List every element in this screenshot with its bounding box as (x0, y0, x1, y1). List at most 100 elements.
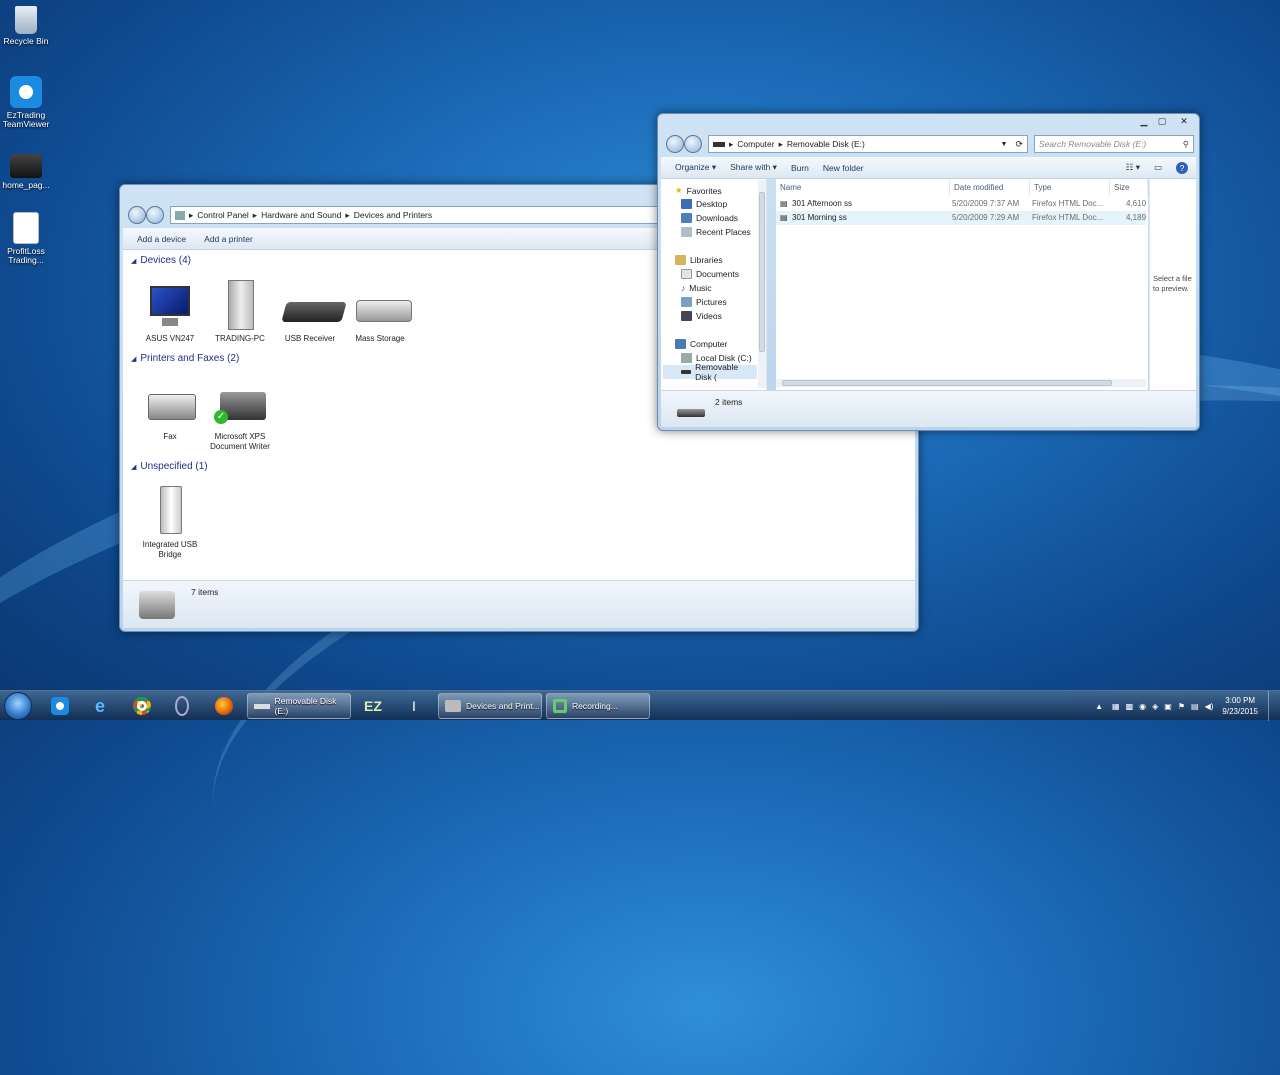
device-asus-vn247[interactable]: ASUS VN247 (135, 280, 205, 344)
share-with-button[interactable]: Share with ▾ (730, 162, 777, 173)
breadcrumb-control-panel[interactable]: Control Panel (197, 210, 249, 220)
network-icon[interactable]: ▤ (1188, 702, 1202, 711)
chevron-down-icon[interactable]: ▼ (1001, 141, 1008, 148)
file-type: Firefox HTML Doc... (1032, 199, 1104, 208)
nav-computer[interactable]: Computer (675, 339, 727, 349)
back-button[interactable] (666, 135, 684, 153)
column-type[interactable]: Type (1030, 179, 1110, 195)
nav-recent-places[interactable]: Recent Places (681, 227, 751, 237)
breadcrumb-separator: ▸ (345, 209, 350, 220)
desktop-icon-profitloss[interactable]: ProfitLoss Trading... (2, 212, 50, 265)
group-header-unspecified[interactable]: ◢ Unspecified (1) (131, 461, 208, 472)
taskbar-removable-disk[interactable]: Removable Disk (E:) (247, 693, 351, 719)
teamviewer-icon (10, 76, 42, 108)
nav-libraries[interactable]: Libraries (675, 255, 723, 265)
forward-button[interactable] (684, 135, 702, 153)
show-hidden-icons[interactable]: ▲ (1089, 702, 1109, 711)
desktop-icon-teamviewer[interactable]: EzTrading TeamViewer (2, 76, 50, 129)
printer-icon (445, 700, 461, 712)
taskbar-devices-and-printers[interactable]: Devices and Print... (438, 693, 542, 719)
back-button[interactable] (128, 206, 146, 224)
desktop-icon-label: ProfitLoss Trading... (7, 246, 45, 265)
start-button[interactable] (4, 692, 32, 720)
breadcrumb-computer[interactable]: Computer (737, 139, 774, 149)
breadcrumb-devices-and-printers[interactable]: Devices and Printers (354, 210, 432, 220)
address-bar[interactable]: ▸ Computer ▸ Removable Disk (E:) ▼ ⟳ (708, 135, 1028, 153)
desktop-icon (681, 199, 692, 209)
app-icon[interactable] (164, 694, 200, 718)
minimize-button[interactable]: ▁ (1135, 115, 1153, 129)
nav-favorites[interactable]: ★ Favorites (675, 185, 722, 196)
group-header-printers[interactable]: ◢ Printers and Faxes (2) (131, 353, 239, 364)
libraries-icon (675, 255, 686, 265)
explorer-toolbar: Organize ▾ Share with ▾ Burn New folder … (661, 157, 1196, 179)
action-center-icon[interactable]: ⚑ (1175, 702, 1188, 711)
column-size[interactable]: Size (1110, 179, 1148, 195)
nav-pictures[interactable]: Pictures (681, 297, 727, 307)
chrome-icon[interactable] (124, 694, 160, 718)
forward-button[interactable] (146, 206, 164, 224)
breadcrumb-separator: ▸ (189, 209, 194, 220)
nav-documents[interactable]: Documents (681, 269, 739, 279)
group-header-devices[interactable]: ◢ Devices (4) (131, 255, 191, 266)
breadcrumb-hardware-and-sound[interactable]: Hardware and Sound (261, 210, 341, 220)
drive-icon (677, 409, 705, 417)
nav-desktop[interactable]: Desktop (681, 199, 727, 209)
show-desktop-button[interactable] (1268, 691, 1280, 721)
file-row[interactable]: ▤ 301 Afternoon ss 5/20/2009 7:37 AM Fir… (776, 197, 1146, 211)
device-usb-receiver[interactable]: USB Receiver (275, 280, 347, 344)
tray-app-icon[interactable]: ▣ (1161, 702, 1175, 711)
firefox-icon[interactable] (206, 694, 242, 718)
nav-downloads[interactable]: Downloads (681, 213, 738, 223)
internet-explorer-icon[interactable]: e (82, 694, 118, 718)
explorer-window[interactable]: ▁ ▢ ✕ ▸ Computer ▸ Removable Disk (E:) ▼… (657, 113, 1200, 431)
preview-pane-icon[interactable]: ▭ (1154, 162, 1162, 173)
device-trading-pc[interactable]: TRADING-PC (205, 280, 275, 344)
desktop-icon-home-page[interactable]: home_pag... (2, 154, 50, 190)
monitor-icon (144, 280, 196, 332)
column-name[interactable]: Name (776, 179, 950, 195)
clock[interactable]: 3:00 PM 9/23/2015 (1216, 695, 1268, 717)
add-device-button[interactable]: Add a device (137, 234, 186, 244)
close-button[interactable]: ✕ (1171, 115, 1197, 129)
add-printer-button[interactable]: Add a printer (204, 234, 253, 244)
scrollbar-thumb[interactable] (782, 380, 1112, 386)
volume-icon[interactable]: ◀) (1202, 702, 1217, 711)
device-label: USB Receiver (284, 334, 336, 343)
tray-app-icon[interactable]: ▩ (1123, 702, 1137, 711)
tray-app-icon[interactable]: ◈ (1149, 702, 1161, 711)
taskbar-recording[interactable]: Recording... (546, 693, 650, 719)
fax-icon (144, 378, 196, 430)
device-microsoft-xps[interactable]: ✓ Microsoft XPS Document Writer (205, 378, 275, 452)
organize-button[interactable]: Organize ▾ (675, 162, 716, 173)
file-row[interactable]: ▤ 301 Morning ss 5/20/2009 7:29 AM Firef… (776, 211, 1146, 225)
address-bar[interactable]: ▸ Control Panel ▸ Hardware and Sound ▸ D… (170, 206, 730, 224)
tray-app-icon[interactable]: ▦ (1109, 702, 1123, 711)
views-icon[interactable]: ☷ ▾ (1126, 162, 1140, 173)
new-folder-button[interactable]: New folder (823, 163, 864, 173)
search-input[interactable]: Search Removable Disk (E:) ⚲ (1034, 135, 1194, 153)
help-icon[interactable]: ? (1176, 161, 1188, 174)
nav-removable-disk[interactable]: Removable Disk ( (663, 362, 757, 382)
desktop-icon-recycle-bin[interactable]: Recycle Bin (2, 6, 50, 46)
breadcrumb-separator: ▸ (252, 209, 258, 220)
text-cursor-icon[interactable]: I (396, 694, 432, 718)
nav-music[interactable]: ♪ Music (681, 283, 711, 293)
horizontal-scrollbar[interactable] (776, 379, 1146, 387)
column-date-modified[interactable]: Date modified (950, 179, 1030, 195)
taskbar-ez[interactable]: EZ (355, 694, 391, 718)
device-mass-storage[interactable]: Mass Storage (345, 280, 415, 344)
nav-videos[interactable]: Videos (681, 311, 722, 321)
burn-button[interactable]: Burn (791, 163, 809, 173)
device-fax[interactable]: Fax (135, 378, 205, 442)
refresh-icon[interactable]: ⟳ (1011, 139, 1027, 150)
maximize-button[interactable]: ▢ (1153, 115, 1171, 129)
file-date: 5/20/2009 7:29 AM (952, 213, 1020, 222)
tray-app-icon[interactable]: ◉ (1136, 702, 1149, 711)
device-integrated-usb-bridge[interactable]: Integrated USB Bridge (135, 486, 205, 560)
teamviewer-taskbar-icon[interactable] (42, 694, 78, 718)
keyboard-icon (281, 280, 347, 332)
breadcrumb-removable-disk[interactable]: Removable Disk (E:) (787, 139, 865, 149)
scrollbar-thumb[interactable] (759, 192, 765, 352)
nav-scrollbar[interactable] (758, 180, 766, 388)
